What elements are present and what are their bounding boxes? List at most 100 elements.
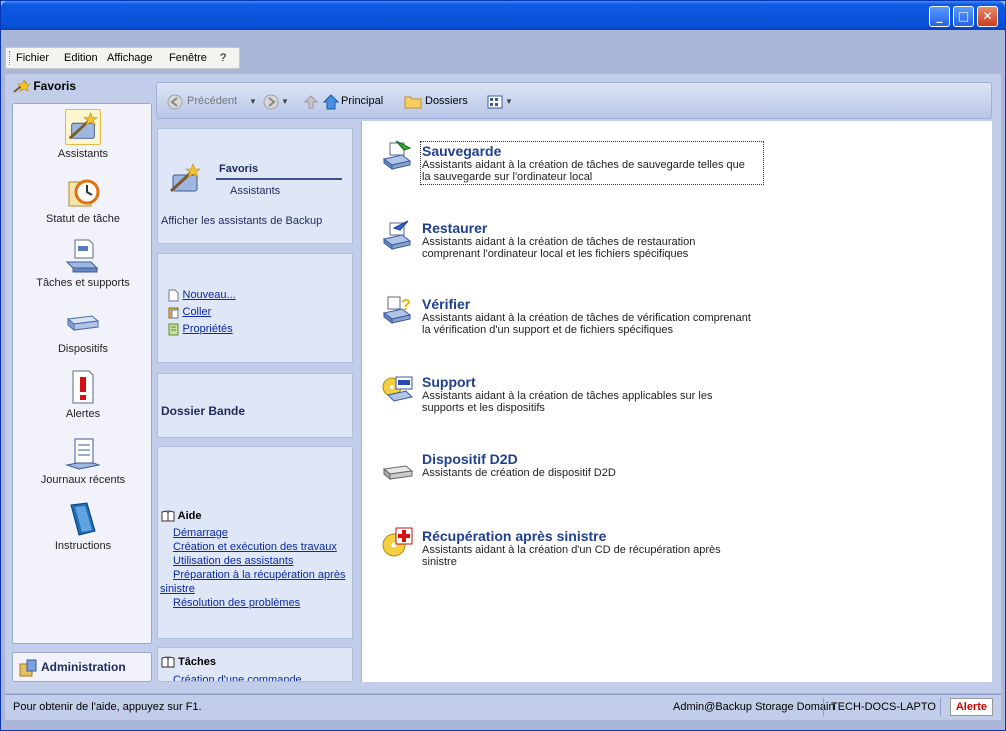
task-d2d-device[interactable]: Dispositif D2D Assistants de création de… xyxy=(422,451,762,479)
new-link[interactable]: Nouveau... xyxy=(183,289,236,301)
task-backup[interactable]: Sauvegarde Assistants aidant à la créati… xyxy=(420,141,764,185)
help-link-disaster-prep-cont[interactable]: sinistre xyxy=(160,583,195,595)
help-title: Aide xyxy=(177,510,202,522)
sidebar-item-label: Dispositifs xyxy=(57,343,109,355)
menu-edition[interactable]: Edition xyxy=(64,52,98,64)
task-description: la vérification d'un support et de fichi… xyxy=(422,324,673,336)
backup-icon xyxy=(382,140,412,170)
instructions-icon xyxy=(70,502,96,536)
maximize-button[interactable]: □ xyxy=(953,6,974,27)
media-icon xyxy=(382,376,413,402)
view-grid-icon[interactable] xyxy=(487,95,503,109)
verify-icon: ? xyxy=(382,296,412,324)
task-description: la sauvegarde sur l'ordinateur local xyxy=(422,171,593,183)
disaster-recovery-icon xyxy=(382,527,413,557)
up-arrow-icon[interactable] xyxy=(303,94,319,110)
minimize-button[interactable]: _ xyxy=(929,6,950,27)
menu-fenetre[interactable]: Fenêtre xyxy=(169,52,207,64)
help-link-jobs[interactable]: Création et exécution des travaux xyxy=(173,541,337,553)
close-button[interactable]: ✕ xyxy=(977,6,998,27)
task-description: Assistants aidant à la création d'un CD … xyxy=(422,544,721,556)
help-link-troubleshooting[interactable]: Résolution des problèmes xyxy=(173,597,300,609)
task-media[interactable]: Support Assistants aidant à la création … xyxy=(422,374,762,414)
home-icon[interactable] xyxy=(323,94,339,110)
paste-action[interactable]: Coller xyxy=(168,305,211,319)
sidebar-item-task-status[interactable]: Statut de tâche xyxy=(13,174,153,225)
paste-link[interactable]: Coller xyxy=(183,306,212,318)
view-dropdown-icon[interactable]: ▼ xyxy=(505,97,513,106)
status-user: Admin@Backup Storage Domain xyxy=(673,701,835,713)
task-description: sinistre xyxy=(422,556,457,568)
d2d-device-icon xyxy=(382,465,414,481)
administration-icon xyxy=(19,659,37,677)
properties-action[interactable]: Propriétés xyxy=(168,322,233,336)
administration-button[interactable]: Administration xyxy=(12,652,152,682)
properties-icon xyxy=(168,323,179,335)
task-title: Restaurer xyxy=(422,220,488,236)
task-disaster-recovery[interactable]: Récupération après sinistre Assistants a… xyxy=(422,528,762,568)
help-link-disaster-prep[interactable]: Préparation à la récupération après xyxy=(173,569,345,581)
administration-label: Administration xyxy=(41,660,126,674)
main-content: Sauvegarde Assistants aidant à la créati… xyxy=(361,121,992,682)
task-title: Récupération après sinistre xyxy=(422,528,607,544)
book-icon xyxy=(161,656,175,668)
alerts-icon xyxy=(72,370,94,404)
logs-icon xyxy=(65,438,101,470)
sidebar-item-instructions[interactable]: Instructions xyxy=(13,501,153,552)
favoris-description: Afficher les assistants de Backup xyxy=(161,215,323,227)
sidebar: Assistants Statut de tâche Tâches et sup… xyxy=(12,103,152,644)
status-divider xyxy=(823,698,824,716)
wizard-icon xyxy=(65,109,101,145)
status-alert-badge[interactable]: Alerte xyxy=(949,698,993,716)
task-description: Assistants aidant à la création de tâche… xyxy=(422,312,751,324)
title-bar: _ □ ✕ xyxy=(1,1,1005,30)
new-action[interactable]: Nouveau... xyxy=(168,288,236,302)
sidebar-header: Favoris xyxy=(12,79,152,101)
devices-icon xyxy=(66,315,100,332)
tasks-card: Tâches Création d'une commande xyxy=(157,647,353,682)
help-link-wizards[interactable]: Utilisation des assistants xyxy=(173,555,293,567)
task-description: Assistants de création de dispositif D2D xyxy=(422,467,616,479)
book-icon xyxy=(161,510,175,522)
tasks-title: Tâches xyxy=(178,656,216,668)
home-button[interactable]: Principal xyxy=(341,95,383,107)
help-title-row: Aide xyxy=(161,510,202,522)
favoris-card: Favoris Assistants Afficher les assistan… xyxy=(157,128,353,244)
menu-help[interactable]: ? xyxy=(220,52,226,64)
dossier-title: Dossier Bande xyxy=(161,404,246,418)
back-button[interactable]: Précédent xyxy=(187,95,237,107)
help-card: Aide Démarrage Création et exécution des… xyxy=(157,446,353,639)
tasks-link-create-command[interactable]: Création d'une commande xyxy=(173,674,302,681)
task-verify[interactable]: Vérifier Assistants aidant à la création… xyxy=(422,296,762,336)
new-document-icon xyxy=(168,289,179,301)
task-restore[interactable]: Restaurer Assistants aidant à la créatio… xyxy=(422,220,762,260)
properties-link[interactable]: Propriétés xyxy=(183,323,233,335)
help-link-getting-started[interactable]: Démarrage xyxy=(173,527,228,539)
menu-fichier[interactable]: Fichier xyxy=(16,52,49,64)
forward-arrow-icon[interactable] xyxy=(263,94,279,110)
sidebar-header-label: Favoris xyxy=(33,79,77,94)
sidebar-item-tasks-media[interactable]: Tâches et supports xyxy=(13,238,153,289)
sidebar-item-alerts[interactable]: Alertes xyxy=(13,369,153,420)
tasks-media-icon xyxy=(65,239,99,273)
menu-affichage[interactable]: Affichage xyxy=(107,52,153,64)
forward-dropdown-icon[interactable]: ▼ xyxy=(281,97,289,106)
sidebar-item-assistants[interactable]: Assistants xyxy=(13,109,153,160)
paste-icon xyxy=(168,307,179,318)
back-arrow-icon[interactable] xyxy=(167,94,183,110)
sidebar-item-label: Alertes xyxy=(65,408,101,420)
folder-icon[interactable] xyxy=(404,94,422,109)
folders-button[interactable]: Dossiers xyxy=(425,95,468,107)
favoris-title: Favoris xyxy=(216,163,342,180)
sidebar-item-label: Journaux récents xyxy=(40,474,126,486)
navigation-toolbar: Précédent ▼ ▼ Principal Dossiers ▼ xyxy=(156,82,992,119)
menu-bar: Fichier Edition Affichage Fenêtre ? xyxy=(5,47,240,69)
sidebar-item-label: Assistants xyxy=(57,148,109,160)
task-title: Vérifier xyxy=(422,296,471,312)
sidebar-item-recent-logs[interactable]: Journaux récents xyxy=(13,435,153,486)
back-dropdown-icon[interactable]: ▼ xyxy=(249,97,257,106)
sidebar-item-devices[interactable]: Dispositifs xyxy=(13,304,153,355)
sidebar-item-label: Tâches et supports xyxy=(36,277,130,289)
status-help-text: Pour obtenir de l'aide, appuyez sur F1. xyxy=(13,701,202,713)
tasks-title-row: Tâches xyxy=(161,656,216,668)
